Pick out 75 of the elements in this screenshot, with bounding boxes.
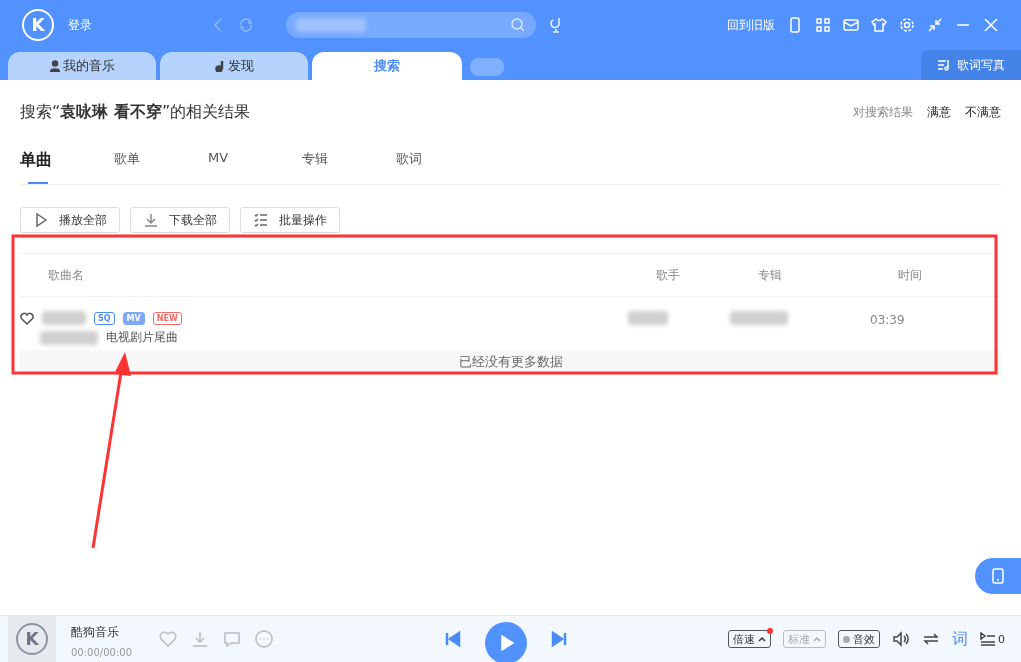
- end-message: 已经没有更多数据: [20, 350, 1001, 374]
- play-button[interactable]: [485, 622, 527, 662]
- playlist-icon: [980, 632, 996, 646]
- action-button[interactable]: 批量操作: [240, 207, 340, 233]
- action-label: 批量操作: [279, 211, 327, 229]
- phone-icon[interactable]: [787, 17, 803, 33]
- close-icon[interactable]: [983, 17, 999, 33]
- lyrics-photo-button[interactable]: 歌词写真: [921, 50, 1021, 80]
- tab-label: 搜索: [374, 57, 400, 75]
- feedback-link[interactable]: 满意: [927, 103, 951, 121]
- quality-tag: SQ: [94, 311, 115, 325]
- category-tab[interactable]: 专辑: [302, 144, 396, 184]
- track-time: 00:00/00:00: [71, 647, 133, 658]
- feedback-prompt: 对搜索结果: [853, 103, 913, 121]
- settings-icon[interactable]: [899, 17, 915, 33]
- more-icon[interactable]: [255, 630, 273, 648]
- shirt-icon[interactable]: [871, 17, 887, 33]
- logo: K: [22, 9, 54, 41]
- grid-icon[interactable]: [815, 17, 831, 33]
- quality-tag: NEW: [152, 311, 182, 325]
- refresh-icon[interactable]: [238, 17, 254, 33]
- nav-tab[interactable]: 发现: [160, 52, 308, 80]
- download-icon[interactable]: [191, 630, 209, 648]
- person-icon: [49, 60, 60, 72]
- download-icon: [143, 212, 159, 228]
- search-icon[interactable]: [510, 17, 526, 33]
- action-label: 播放全部: [59, 211, 107, 229]
- lyrics-list-icon: [937, 59, 951, 71]
- blurred-patch: [40, 330, 98, 345]
- search-field[interactable]: [286, 12, 536, 38]
- checklist-icon: [253, 212, 269, 228]
- mail-icon[interactable]: [843, 17, 859, 33]
- caret-icon: [813, 636, 821, 642]
- volume-icon[interactable]: [892, 631, 910, 647]
- action-button[interactable]: 下载全部: [130, 207, 230, 233]
- action-button[interactable]: 播放全部: [20, 207, 120, 233]
- blurred-patch: [42, 311, 86, 325]
- column-header: 专辑: [758, 266, 783, 284]
- play-icon: [33, 212, 49, 228]
- tab-label: 我的音乐: [62, 57, 115, 75]
- album-logo: K: [16, 623, 48, 655]
- speed-button[interactable]: 倍速: [728, 630, 771, 648]
- shrink-icon[interactable]: [927, 17, 943, 33]
- blurred-patch: [730, 311, 788, 325]
- column-header: 歌手: [656, 266, 681, 284]
- quality-tag: MV: [122, 311, 145, 325]
- repeat-icon[interactable]: [922, 631, 940, 647]
- lyrics-photo-label: 歌词写真: [957, 56, 1005, 74]
- notification-dot: [767, 628, 773, 634]
- category-tab[interactable]: MV: [208, 144, 302, 184]
- nav-tab[interactable]: 我的音乐: [8, 52, 156, 80]
- phone-icon: [992, 568, 1004, 584]
- heart-icon[interactable]: [20, 311, 34, 325]
- blurred-patch: [628, 311, 668, 325]
- column-header: 时间: [898, 266, 923, 284]
- tab-label: 发现: [227, 57, 254, 75]
- previous-icon[interactable]: [445, 631, 461, 647]
- next-icon[interactable]: [551, 631, 567, 647]
- result-title: 搜索“袁咏琳 看不穿”的相关结果: [20, 101, 251, 123]
- phone-button[interactable]: [975, 558, 1021, 594]
- feedback-link[interactable]: 不满意: [965, 103, 1001, 121]
- playlist-button[interactable]: 0: [980, 632, 1005, 646]
- action-label: 下载全部: [169, 211, 217, 229]
- duration-cell-text: 03:39: [870, 312, 906, 327]
- category-tab[interactable]: 歌单: [114, 144, 208, 184]
- effect-dot-icon: [843, 635, 850, 643]
- comment-icon[interactable]: [223, 630, 241, 648]
- song-note: 电视剧片尾曲: [106, 329, 178, 346]
- effect-button[interactable]: 音效: [838, 630, 880, 648]
- category-tab[interactable]: 歌词: [396, 144, 490, 184]
- music-note-icon: [214, 60, 225, 72]
- caret-icon: [758, 636, 766, 642]
- category-tab[interactable]: 单曲: [20, 144, 114, 184]
- column-header: 歌曲名: [48, 266, 85, 284]
- track-title: 酷狗音乐: [71, 624, 120, 641]
